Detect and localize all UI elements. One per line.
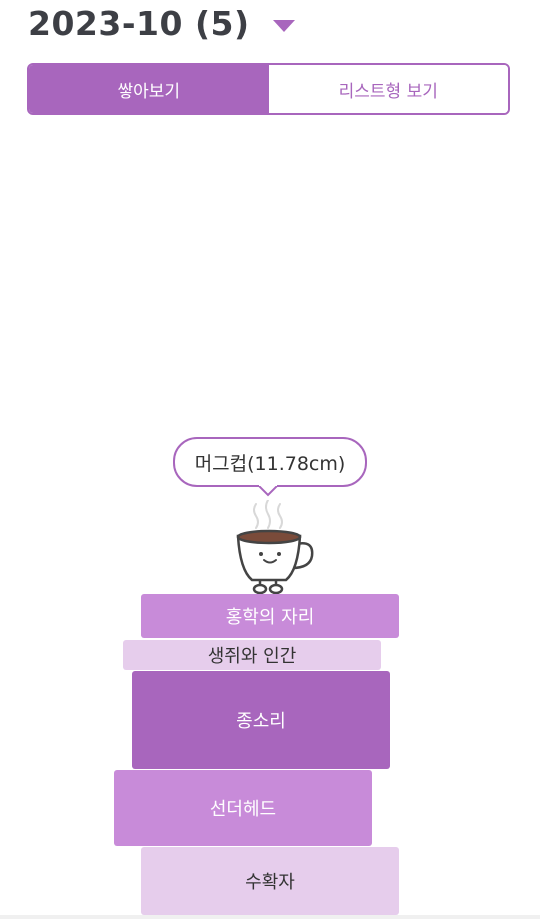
book-spine[interactable]: 홍학의 자리 — [141, 594, 399, 638]
coffee-mug-icon — [236, 500, 314, 595]
tab-stack-view[interactable]: 쌓아보기 — [29, 65, 269, 113]
view-mode-tabs: 쌓아보기 리스트형 보기 — [27, 63, 510, 115]
month-title: 2023-10 (5) — [28, 4, 250, 43]
divider — [0, 915, 540, 919]
caret-down-icon[interactable] — [272, 19, 296, 33]
book-spine[interactable]: 생쥐와 인간 — [123, 640, 381, 670]
bubble-tail — [258, 485, 278, 497]
book-spine[interactable]: 수확자 — [141, 847, 399, 915]
tab-list-view[interactable]: 리스트형 보기 — [268, 65, 508, 113]
book-spine[interactable]: 선더헤드 — [114, 770, 372, 846]
book-spine[interactable]: 종소리 — [132, 671, 390, 769]
header: 2023-10 (5) — [28, 0, 296, 48]
height-label-bubble: 머그컵(11.78cm) — [173, 437, 367, 487]
